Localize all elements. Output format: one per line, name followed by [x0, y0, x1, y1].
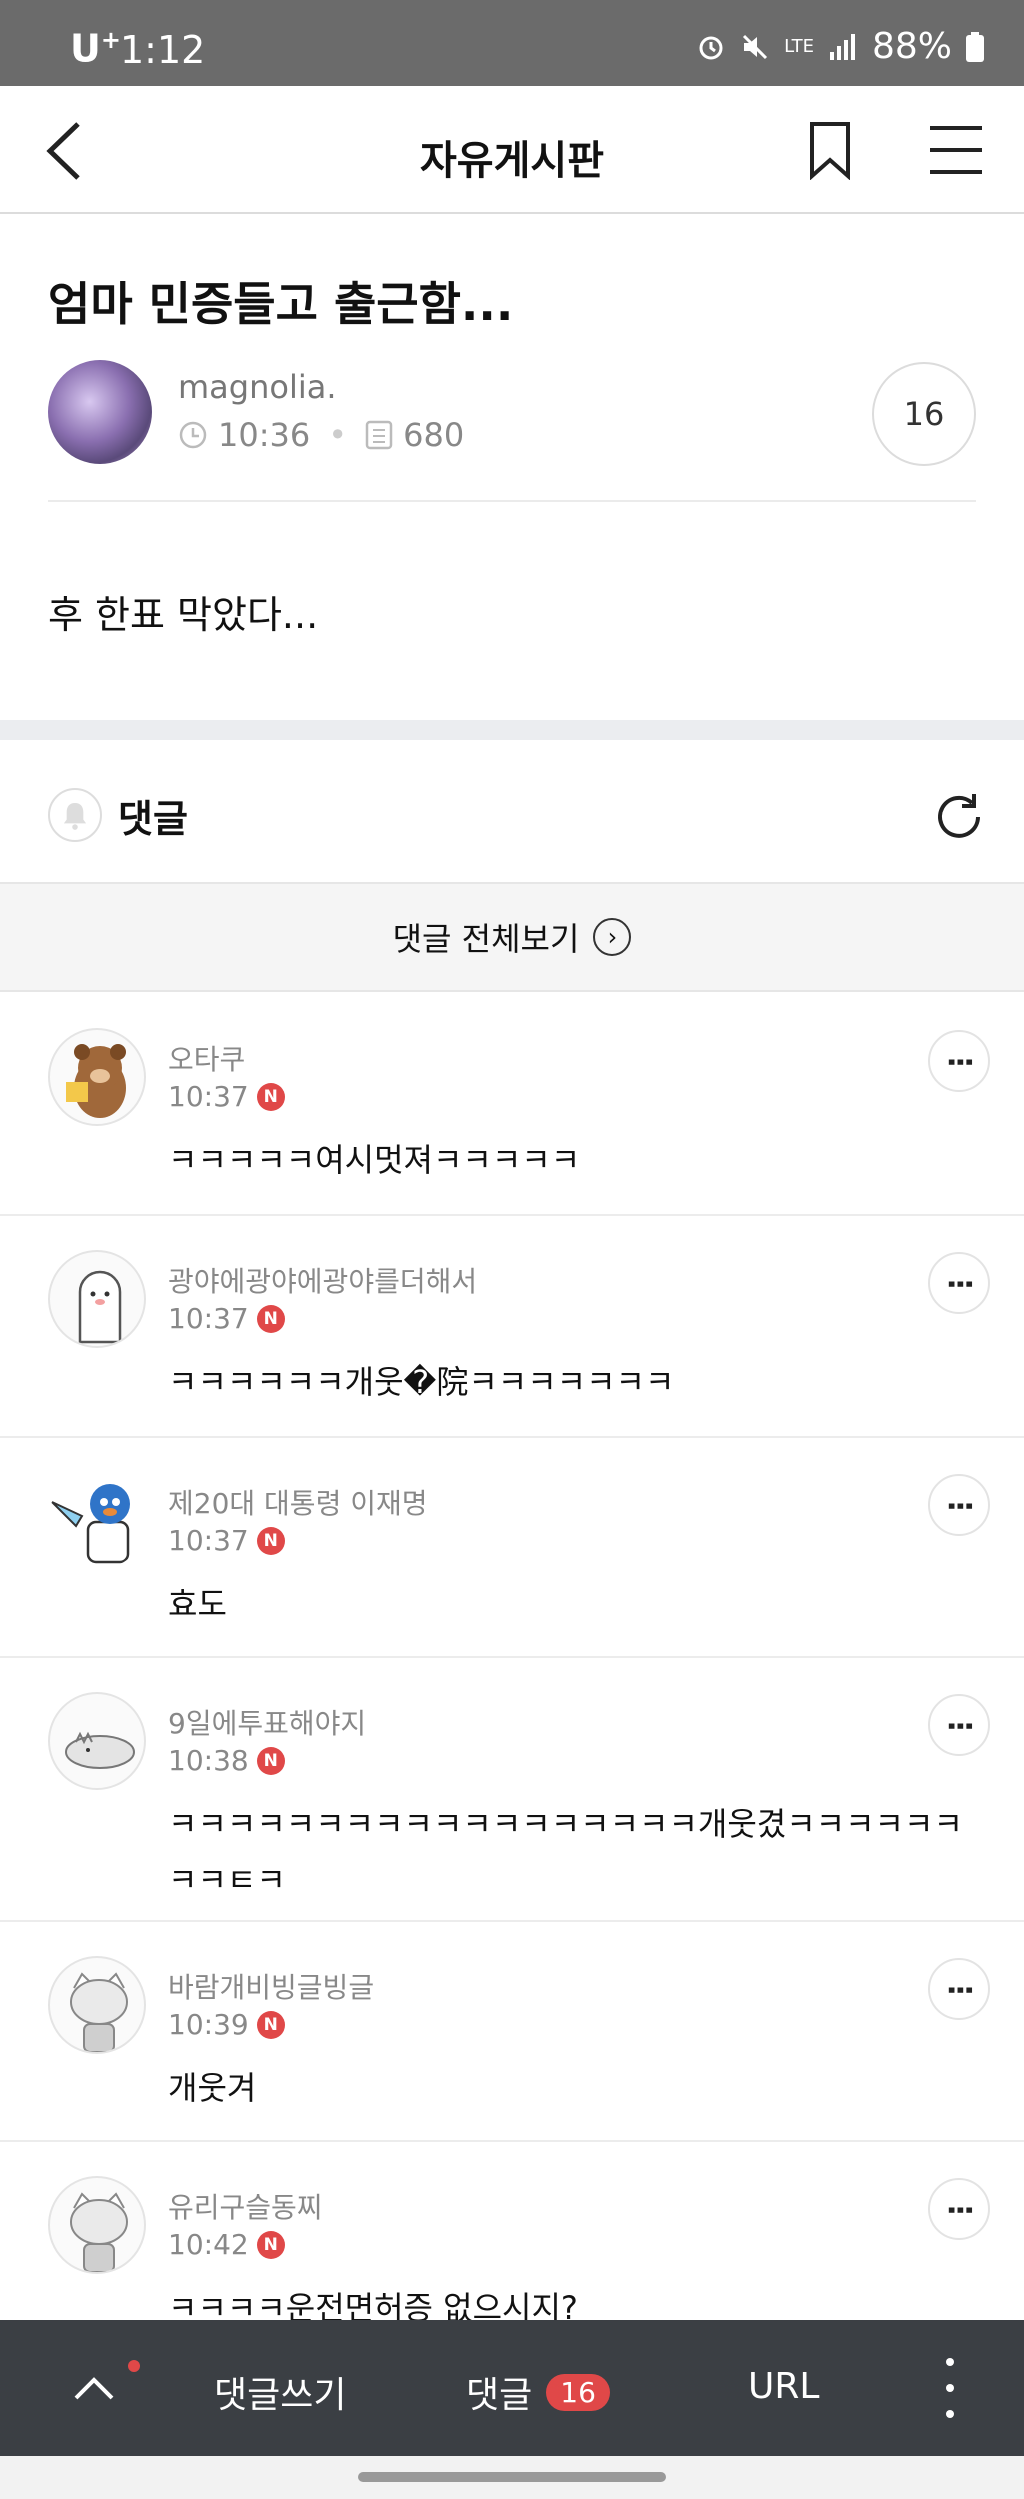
- comments-count-badge: 16: [546, 2373, 610, 2411]
- view-count: 680: [403, 416, 465, 454]
- home-indicator[interactable]: [358, 2472, 666, 2482]
- views-icon: [365, 420, 393, 450]
- status-icons: LTE 88%: [696, 26, 984, 67]
- scroll-up-icon[interactable]: [72, 2368, 116, 2408]
- comment-time: 10:37 N: [168, 1302, 285, 1335]
- commenter-avatar[interactable]: [48, 2176, 146, 2274]
- mute-icon: [743, 34, 768, 59]
- notification-dot: [128, 2360, 140, 2372]
- new-badge: N: [256, 2230, 285, 2259]
- comment-time: 10:37 N: [168, 1080, 285, 1113]
- comment-time: 10:39 N: [168, 2008, 285, 2041]
- bottom-action-bar: 댓글쓰기 댓글 16 URL: [0, 2320, 1024, 2456]
- separator-dot: •: [328, 416, 348, 454]
- view-all-label: 댓글 전체보기: [392, 920, 580, 958]
- comment-item: 오타쿠 10:37 N ㅋㅋㅋㅋㅋ여시멋져ㅋㅋㅋㅋㅋ ⋮: [0, 994, 1024, 1216]
- more-options-button[interactable]: ⋮: [928, 2178, 990, 2240]
- bookmark-icon[interactable]: [800, 120, 860, 180]
- new-badge: N: [256, 1746, 285, 1775]
- comment-time: 10:42 N: [168, 2228, 285, 2261]
- commenter-avatar[interactable]: [48, 1472, 146, 1570]
- more-vert-icon: ⋮: [942, 1711, 977, 1739]
- commenter-name[interactable]: 바람개비빙글빙글: [168, 1966, 374, 2006]
- comment-text: 효도: [168, 1585, 227, 1623]
- commenter-avatar[interactable]: [48, 1692, 146, 1790]
- commenter-avatar[interactable]: [48, 1956, 146, 2054]
- comment-count-button[interactable]: 16: [872, 362, 976, 466]
- bell-icon[interactable]: [48, 788, 102, 842]
- post-body: 후 한표 막았다...: [48, 593, 319, 637]
- commenter-name[interactable]: 유리구슬동찌: [168, 2186, 323, 2226]
- app-bar: 자유게시판: [0, 86, 1024, 214]
- more-options-button[interactable]: ⋮: [928, 1030, 990, 1092]
- more-vert-icon: ⋮: [942, 1269, 977, 1297]
- more-vert-icon[interactable]: [940, 2358, 960, 2418]
- refresh-icon[interactable]: [930, 788, 988, 846]
- commenter-name[interactable]: 오타쿠: [168, 1038, 245, 1078]
- comment-time: 10:37 N: [168, 1524, 285, 1557]
- clock-icon: [179, 421, 207, 449]
- more-options-button[interactable]: ⋮: [928, 1474, 990, 1536]
- alarm-icon: [699, 36, 723, 59]
- comments-button-label: 댓글: [466, 2375, 533, 2416]
- commenter-name[interactable]: 제20대 대통령 이재명: [168, 1482, 428, 1522]
- new-badge: N: [256, 1304, 285, 1333]
- comment-text: ㅋㅋㅋㅋㅋㅋ개웃�院ㅋㅋㅋㅋㅋㅋㅋ: [168, 1363, 675, 1401]
- post-title: 엄마 민증들고 출근함...: [48, 277, 514, 331]
- comments-header: 댓글: [0, 740, 1024, 880]
- comment-item: 바람개비빙글빙글 10:39 N 개웃겨 ⋮: [0, 1922, 1024, 2142]
- section-separator: [0, 720, 1024, 740]
- new-badge: N: [256, 1082, 285, 1111]
- clock: 1:12: [120, 28, 206, 72]
- commenter-avatar[interactable]: [48, 1028, 146, 1126]
- more-vert-icon: ⋮: [942, 1975, 977, 2003]
- url-button[interactable]: URL: [748, 2366, 819, 2407]
- more-options-button[interactable]: ⋮: [928, 1958, 990, 2020]
- chevron-right-icon: ›: [593, 918, 632, 956]
- comment-text: ㅋㅋㅋㅋㅋ여시멋져ㅋㅋㅋㅋㅋ: [168, 1141, 581, 1179]
- comment-item: 광야에광야에광야를더해서 10:37 N ㅋㅋㅋㅋㅋㅋ개웃�院ㅋㅋㅋㅋㅋㅋㅋ ⋮: [0, 1216, 1024, 1438]
- more-vert-icon: ⋮: [942, 1491, 977, 1519]
- comment-text: 개웃겨: [168, 2069, 257, 2107]
- author-name[interactable]: magnolia.: [178, 368, 337, 406]
- comments-button[interactable]: 댓글 16: [466, 2366, 610, 2418]
- write-comment-button[interactable]: 댓글쓰기: [214, 2366, 346, 2418]
- page-title: 자유게시판: [420, 138, 604, 184]
- menu-icon[interactable]: [926, 122, 986, 178]
- new-badge: N: [256, 1526, 285, 1555]
- divider: [48, 500, 976, 502]
- new-badge: N: [256, 2010, 285, 2039]
- carrier-label: U+: [70, 26, 121, 71]
- author-avatar[interactable]: [48, 360, 152, 464]
- battery-icon: [966, 31, 984, 62]
- battery-percent: 88%: [871, 26, 952, 67]
- network-type: LTE: [784, 35, 814, 57]
- more-vert-icon: ⋮: [942, 1047, 977, 1075]
- comment-text: ㅋㅋㅋㅋㅋㅋㅋㅋㅋㅋㅋㅋㅋㅋㅋㅋㅋㅋ개웃겼ㅋㅋㅋㅋㅋㅋㅋㅋㅌㅋ: [168, 1805, 963, 1899]
- comment-item: 제20대 대통령 이재명 10:37 N 효도 ⋮: [0, 1438, 1024, 1658]
- commenter-avatar[interactable]: [48, 1250, 146, 1348]
- comment-item: 유리구슬동찌 10:42 N ㅋㅋㅋㅋ운전면허증 없으시지? ⋮: [0, 2142, 1024, 2327]
- more-vert-icon: ⋮: [942, 2195, 977, 2223]
- view-all-comments-button[interactable]: 댓글 전체보기 ›: [0, 882, 1024, 992]
- status-bar: U+ 1:12 LTE 88%: [0, 0, 1024, 86]
- system-nav-bar: [0, 2456, 1024, 2499]
- post-meta: 10:36 • 680: [178, 416, 464, 454]
- comments-label: 댓글: [118, 797, 188, 841]
- commenter-name[interactable]: 9일에투표해야지: [168, 1702, 366, 1742]
- comment-item: 9일에투표해야지 10:38 N ㅋㅋㅋㅋㅋㅋㅋㅋㅋㅋㅋㅋㅋㅋㅋㅋㅋㅋ개웃겼ㅋㅋㅋ…: [0, 1658, 1024, 1922]
- more-options-button[interactable]: ⋮: [928, 1694, 990, 1756]
- more-options-button[interactable]: ⋮: [928, 1252, 990, 1314]
- commenter-name[interactable]: 광야에광야에광야를더해서: [168, 1260, 477, 1300]
- comment-time: 10:38 N: [168, 1744, 285, 1777]
- signal-icon: [829, 33, 855, 60]
- post-time: 10:36: [218, 416, 311, 454]
